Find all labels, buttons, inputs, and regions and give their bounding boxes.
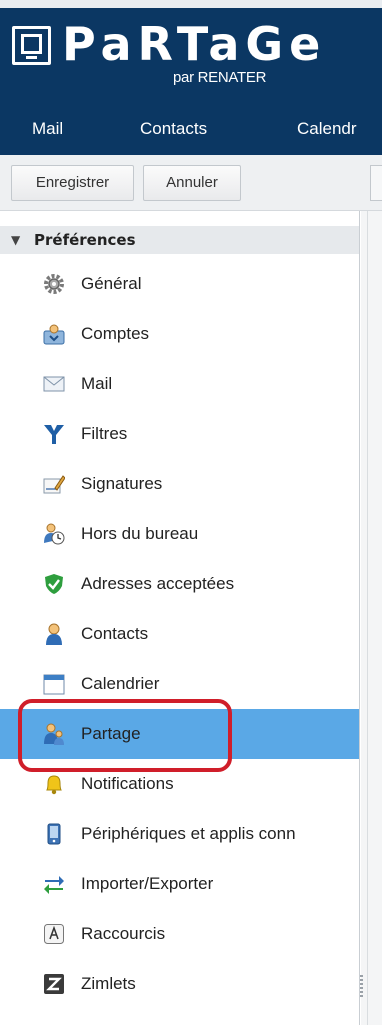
sidebar-item-label: Contacts xyxy=(81,624,149,643)
sidebar-item-label: Hors du bureau xyxy=(81,524,199,543)
preferences-section-header[interactable]: ▼ Préférences xyxy=(0,226,359,254)
sidebar-item-label: Importer/Exporter xyxy=(81,874,214,893)
filter-icon xyxy=(43,423,65,445)
calendar-icon xyxy=(43,673,65,695)
sidebar-item-accepted-addresses[interactable]: Adresses acceptées xyxy=(0,559,359,609)
out-of-office-icon xyxy=(43,523,65,545)
logo-subtitle: par RENATER xyxy=(173,69,267,86)
panel-resize-handle[interactable] xyxy=(360,975,363,997)
mobile-device-icon xyxy=(43,823,65,845)
keyboard-icon xyxy=(43,923,65,945)
accounts-icon xyxy=(43,323,65,345)
sidebar-item-shortcuts[interactable]: Raccourcis xyxy=(0,909,359,959)
sidebar-item-import-export[interactable]: Importer/Exporter xyxy=(0,859,359,909)
sidebar-item-label: Périphériques et applis conn xyxy=(81,824,296,843)
highlight-annotation xyxy=(18,699,232,772)
sidebar-item-devices[interactable]: Périphériques et applis conn xyxy=(0,809,359,859)
tab-contacts[interactable]: Contacts xyxy=(140,117,207,141)
sidebar-item-label: Notifications xyxy=(81,774,174,793)
sidebar-item-accounts[interactable]: Comptes xyxy=(0,309,359,359)
sidebar-item-label: Général xyxy=(81,274,142,293)
sidebar-item-filters[interactable]: Filtres xyxy=(0,409,359,459)
section-title: Préférences xyxy=(34,231,136,249)
zimlet-icon xyxy=(43,973,65,995)
gear-icon xyxy=(43,273,65,295)
sidebar-item-label: Comptes xyxy=(81,324,150,343)
logo-wordmark: PaRTaGe xyxy=(62,17,327,71)
signature-icon xyxy=(43,473,66,495)
sidebar-item-label: Raccourcis xyxy=(81,924,166,943)
sidebar-item-label: Calendrier xyxy=(81,674,160,693)
sidebar-item-label: Adresses acceptées xyxy=(81,574,235,593)
sidebar-item-zimlets[interactable]: Zimlets xyxy=(0,959,359,1009)
sidebar-item-label: Mail xyxy=(81,374,113,393)
sidebar-item-contacts[interactable]: Contacts xyxy=(0,609,359,659)
cancel-button[interactable]: Annuler xyxy=(143,165,241,201)
tab-calendar[interactable]: Calendr xyxy=(297,117,357,141)
sidebar-item-mail[interactable]: Mail xyxy=(0,359,359,409)
import-export-icon xyxy=(43,873,65,895)
contact-icon xyxy=(43,623,65,645)
window-edge xyxy=(0,0,382,8)
shield-check-icon xyxy=(43,573,65,595)
tab-mail[interactable]: Mail xyxy=(32,117,63,141)
app-tabs: Mail Contacts Calendr xyxy=(0,103,382,155)
sidebar-item-general[interactable]: Général xyxy=(0,259,359,309)
collapse-triangle-icon[interactable]: ▼ xyxy=(11,233,20,247)
partage-logo[interactable]: PaRTaGe par RENATER xyxy=(10,17,340,95)
sidebar-item-out-of-office[interactable]: Hors du bureau xyxy=(0,509,359,559)
bell-icon xyxy=(43,773,65,795)
toolbar: Enregistrer Annuler xyxy=(0,155,382,211)
save-button[interactable]: Enregistrer xyxy=(11,165,134,201)
envelope-icon xyxy=(43,373,65,395)
sidebar-item-label: Filtres xyxy=(81,424,128,443)
sidebar-item-signatures[interactable]: Signatures xyxy=(0,459,359,509)
app-header: PaRTaGe par RENATER xyxy=(0,0,382,103)
sidebar-item-label: Zimlets xyxy=(81,974,136,993)
content-panel xyxy=(361,211,382,1025)
sidebar-item-label: Signatures xyxy=(81,474,163,493)
logo-mark-icon xyxy=(12,26,51,65)
toolbar-overflow xyxy=(370,165,382,201)
